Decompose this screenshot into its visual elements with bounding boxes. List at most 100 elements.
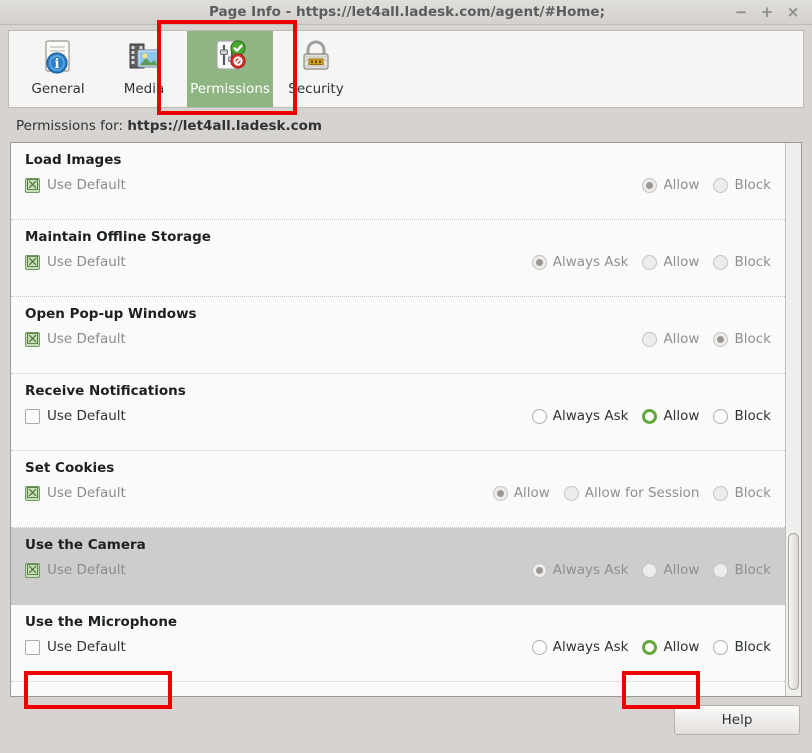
permissions-list: Load ImagesUse DefaultAllowBlockMaintain… [11,143,785,696]
permission-radio-group: Allow Block [642,177,771,193]
permission-radio-group: Allow Block [642,331,771,347]
tab-toolbar: i General Media Permissions Security [8,30,804,108]
radio-option-label: Allow [663,408,700,424]
permission-controls: Use Default Always Ask Allow Block [25,408,771,424]
radio-option[interactable]: Block [713,562,771,578]
radio-option[interactable]: Always Ask [531,639,628,655]
use-default-label: Use Default [47,639,126,655]
use-default-checkbox[interactable]: Use Default [25,331,126,347]
radio-option[interactable]: Allow [642,562,699,578]
permission-title: Set Cookies [25,460,115,476]
minimize-icon[interactable]: − [734,4,748,19]
use-default-label: Use Default [47,562,126,578]
radio-unselected-icon [713,254,729,270]
radio-selected-icon [531,562,547,578]
permission-title: Maintain Offline Storage [25,229,211,245]
help-button[interactable]: Help [674,705,800,735]
permission-radio-group: Always Ask Allow Block [531,254,771,270]
radio-unselected-icon [713,639,729,655]
radio-option[interactable]: Allow [642,254,699,270]
permission-radio-group: Always Ask Allow Block [531,562,771,578]
radio-unselected-icon [713,485,729,501]
tab-security-label: Security [288,81,344,97]
radio-unselected-icon [642,331,658,347]
use-default-checkbox[interactable]: Use Default [25,177,126,193]
document-info-icon: i [37,37,79,79]
checkbox-checked-icon [25,331,40,347]
permission-row[interactable]: Use the Microphone Use Default Always Ask A… [11,605,785,682]
use-default-checkbox[interactable]: Use Default [25,254,126,270]
radio-selected-icon [642,177,658,193]
tab-general[interactable]: i General [15,31,101,107]
permission-row[interactable]: Maintain Offline Storage Use Default Alway… [11,220,785,297]
radio-selected-icon [492,485,508,501]
window-title: Page Info - https://let4all.ladesk.com/a… [209,4,605,20]
radio-option[interactable]: Block [713,485,771,501]
tab-permissions[interactable]: Permissions [187,31,273,107]
close-icon[interactable]: × [786,4,800,19]
permission-row[interactable]: Load Images Use Default Allow Block [11,143,785,220]
checkbox-checked-icon [25,562,40,578]
radio-option[interactable]: Allow [642,331,699,347]
radio-option[interactable]: Allow [642,639,699,655]
maximize-icon[interactable]: + [760,4,774,19]
radio-option[interactable]: Block [713,254,771,270]
use-default-checkbox[interactable]: Use Default [25,408,126,424]
radio-option[interactable]: Allow [642,408,699,424]
toolbar-container: i General Media Permissions Security [0,25,812,108]
vertical-scrollbar[interactable] [785,143,801,696]
window-controls: − + × [734,4,812,19]
permission-row[interactable]: Use the Camera Use Default Always Ask Allow… [11,528,785,605]
radio-option-label: Block [734,485,771,501]
permission-radio-group: Always Ask Allow Block [531,408,771,424]
use-default-checkbox[interactable]: Use Default [25,639,126,655]
permission-controls: Use Default Always Ask Allow Block [25,639,771,655]
use-default-label: Use Default [47,177,126,193]
radio-option[interactable]: Block [713,177,771,193]
radio-option[interactable]: Always Ask [531,408,629,424]
permission-title: Use the Camera [25,537,146,553]
checkbox-checked-icon [25,485,40,501]
use-default-checkbox[interactable]: Use Default [25,485,126,501]
checkbox-unchecked-icon [25,639,40,655]
permissions-for-line: Permissions for: https://let4all.ladesk.… [0,108,812,142]
use-default-label: Use Default [47,331,126,347]
permission-row[interactable]: Set Cookies Use Default Allow Allow for Ses… [11,451,785,528]
radio-option[interactable]: Always Ask [531,562,628,578]
radio-unselected-icon [531,408,547,424]
use-default-label: Use Default [47,408,126,424]
radio-option-label: Block [734,254,771,270]
permission-title: Load Images [25,152,122,168]
radio-unselected-icon [642,562,658,578]
radio-option[interactable]: Allow [642,177,699,193]
permission-controls: Use Default Allow Block [25,331,771,347]
permissions-for-label: Permissions for: [16,118,124,134]
permission-row[interactable]: Open Pop-up Windows Use Default Allow Block [11,297,785,374]
radio-selected-icon [642,408,658,424]
radio-option[interactable]: Allow [492,485,550,501]
tab-general-label: General [31,81,85,97]
scrollbar-thumb[interactable] [788,533,799,690]
permission-row[interactable]: Receive Notifications Use Default Always A… [11,374,785,451]
radio-option[interactable]: Always Ask [531,254,628,270]
permission-controls: Use Default Always Ask Allow Block [25,562,771,578]
radio-option[interactable]: Block [713,639,771,655]
radio-option[interactable]: Allow for Session [563,485,699,501]
checkbox-unchecked-icon [25,408,40,424]
radio-selected-icon [713,331,729,347]
tab-security[interactable]: Security [273,31,359,107]
svg-text:i: i [55,57,60,72]
tab-media[interactable]: Media [101,31,187,107]
use-default-label: Use Default [47,254,126,270]
radio-unselected-icon [713,562,729,578]
radio-option-label: Always Ask [552,408,629,424]
radio-option[interactable]: Block [713,408,771,424]
radio-option-label: Allow [663,639,700,655]
tab-media-label: Media [123,81,165,97]
permissions-sliders-icon [209,37,251,79]
use-default-checkbox[interactable]: Use Default [25,562,126,578]
permission-radio-group: Always Ask Allow Block [531,639,771,655]
radio-option-label: Block [734,408,771,424]
radio-option[interactable]: Block [713,331,771,347]
radio-option-label: Allow [513,485,550,501]
